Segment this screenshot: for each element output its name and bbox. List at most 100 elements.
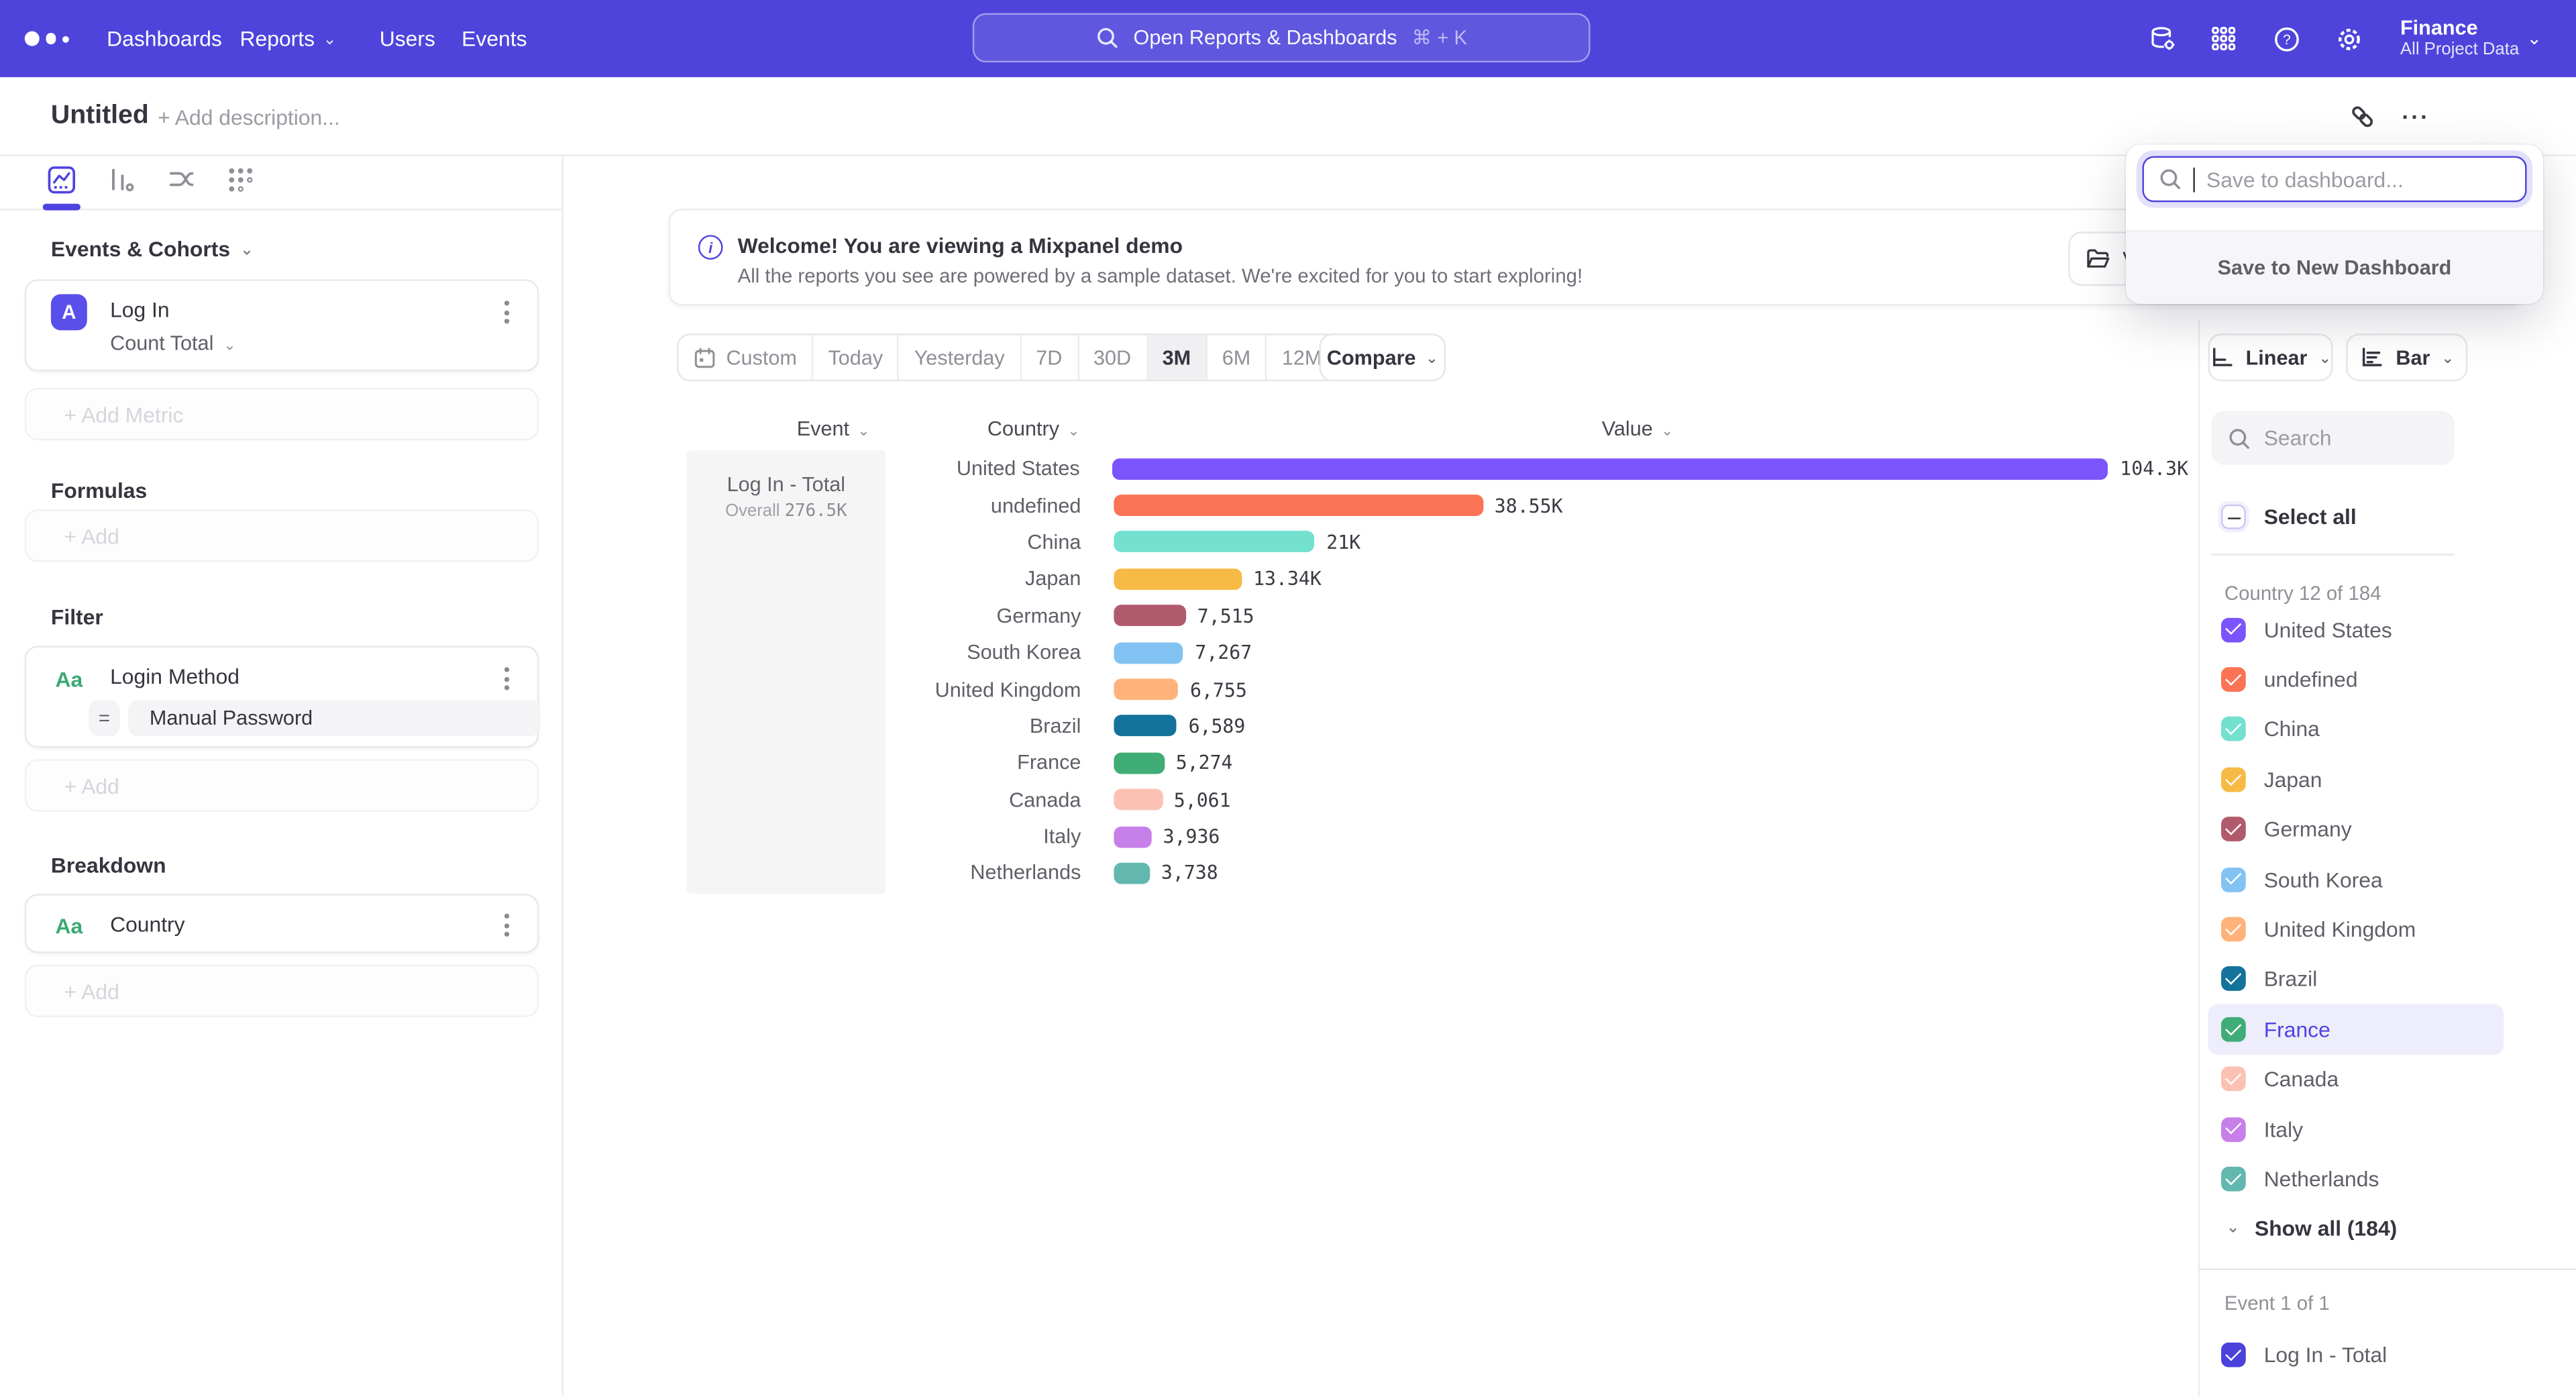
apps-grid-button[interactable] xyxy=(2211,0,2236,77)
bar[interactable] xyxy=(1114,752,1164,774)
segment-row-united-states[interactable]: United States xyxy=(2208,605,2504,654)
segment-row-france[interactable]: France xyxy=(2208,1004,2504,1054)
metric-name[interactable]: Log In xyxy=(110,297,170,322)
range-3m-selected[interactable]: 3M xyxy=(1148,335,1208,380)
chevron-down-icon: ⌄ xyxy=(240,242,254,260)
segment-checkbox[interactable] xyxy=(2221,717,2246,742)
chevron-down-icon[interactable]: ⌄ xyxy=(2527,0,2542,77)
filter-value[interactable]: Manual Password xyxy=(128,700,541,736)
bar[interactable] xyxy=(1114,568,1242,590)
property-type-badge: Aa xyxy=(51,909,87,941)
database-gear-icon xyxy=(2149,25,2177,53)
segment-row-china[interactable]: China xyxy=(2208,705,2504,754)
banner-title: Welcome! You are viewing a Mixpanel demo xyxy=(738,234,1183,258)
segment-checkbox[interactable] xyxy=(2221,867,2246,892)
segment-checkbox[interactable] xyxy=(2221,617,2246,642)
bar[interactable] xyxy=(1114,863,1149,884)
range-today[interactable]: Today xyxy=(813,335,899,380)
global-search-bar[interactable]: Open Reports & Dashboards ⌘ + K xyxy=(973,13,1591,62)
column-header-value[interactable]: Value⌄ xyxy=(1602,417,1674,440)
breakdown-property-name[interactable]: Country xyxy=(110,912,185,937)
save-dashboard-search-field[interactable] xyxy=(2142,156,2526,203)
save-dashboard-search-input[interactable] xyxy=(2206,167,2510,192)
tab-funnels[interactable] xyxy=(102,160,138,199)
segment-checkbox[interactable] xyxy=(2221,1167,2246,1192)
segment-row-japan[interactable]: Japan xyxy=(2208,755,2504,805)
nav-reports[interactable]: Reports⌄ xyxy=(240,0,337,77)
bar[interactable] xyxy=(1114,715,1177,737)
column-header-country[interactable]: Country⌄ xyxy=(987,417,1080,440)
data-management-button[interactable] xyxy=(2149,0,2177,77)
segment-row-united-kingdom[interactable]: United Kingdom xyxy=(2208,904,2504,954)
bar[interactable] xyxy=(1114,679,1178,701)
add-description-field[interactable]: + Add description... xyxy=(158,77,340,156)
show-all-toggle[interactable]: ⌄ Show all (184) xyxy=(2226,1216,2397,1241)
compare-button[interactable]: Compare ⌄ xyxy=(1320,333,1446,381)
segment-checkbox[interactable] xyxy=(2221,917,2246,942)
bar[interactable] xyxy=(1114,789,1162,811)
save-to-new-dashboard-button[interactable]: Save to New Dashboard xyxy=(2126,230,2543,304)
range-30d[interactable]: 30D xyxy=(1079,335,1148,380)
add-filter-button[interactable]: + Add xyxy=(25,759,539,811)
bar[interactable] xyxy=(1114,605,1185,627)
segment-row-germany[interactable]: Germany xyxy=(2208,805,2504,854)
add-metric-button[interactable]: + Add Metric xyxy=(25,388,539,440)
bar[interactable] xyxy=(1114,826,1151,847)
add-formula-button[interactable]: + Add xyxy=(25,509,539,562)
segment-checkbox[interactable] xyxy=(2221,817,2246,842)
mixpanel-logo[interactable] xyxy=(25,0,68,77)
chart-type-selector[interactable]: Bar ⌄ xyxy=(2346,333,2467,381)
nav-events[interactable]: Events xyxy=(462,0,527,77)
add-breakdown-button[interactable]: + Add xyxy=(25,965,539,1017)
segment-row-undefined[interactable]: undefined xyxy=(2208,655,2504,705)
segment-checkbox[interactable] xyxy=(2221,1067,2246,1092)
segment-row-italy[interactable]: Italy xyxy=(2208,1104,2504,1153)
column-header-event[interactable]: Event⌄ xyxy=(797,417,870,440)
nav-dashboards[interactable]: Dashboards xyxy=(107,0,222,77)
bar-label: China xyxy=(685,531,1081,554)
bar[interactable] xyxy=(1114,495,1483,516)
settings-button[interactable] xyxy=(2336,0,2362,77)
tab-retention[interactable] xyxy=(222,160,258,199)
segment-search-field[interactable] xyxy=(2211,411,2454,465)
segment-checkbox[interactable] xyxy=(2221,767,2246,792)
help-button[interactable]: ? xyxy=(2273,0,2300,77)
tab-flows[interactable] xyxy=(162,160,199,199)
bar[interactable] xyxy=(1114,642,1183,664)
segment-row-south-korea[interactable]: South Korea xyxy=(2208,854,2504,904)
range-custom[interactable]: Custom xyxy=(678,335,813,380)
select-all-row[interactable]: Select all xyxy=(2221,505,2357,529)
segment-checkbox[interactable] xyxy=(2221,1117,2246,1141)
filter-operator[interactable]: = xyxy=(89,700,120,736)
filter-property-name[interactable]: Login Method xyxy=(110,664,239,688)
breakdown-card-country[interactable]: Aa Country xyxy=(25,894,539,953)
report-title[interactable]: Untitled xyxy=(51,77,149,156)
segment-row-netherlands[interactable]: Netherlands xyxy=(2208,1154,2504,1204)
segment-checkbox[interactable] xyxy=(2221,1343,2246,1367)
kebab-menu-icon[interactable] xyxy=(494,911,517,940)
aggregation-selector[interactable]: Count Total ⌄ xyxy=(110,332,236,355)
nav-users[interactable]: Users xyxy=(380,0,435,77)
segment-checkbox[interactable] xyxy=(2221,1017,2246,1041)
tab-insights[interactable] xyxy=(43,160,79,199)
segment-row-canada[interactable]: Canada xyxy=(2208,1054,2504,1104)
range-yesterday[interactable]: Yesterday xyxy=(900,335,1022,380)
kebab-menu-icon[interactable] xyxy=(494,664,517,693)
range-6m[interactable]: 6M xyxy=(1208,335,1267,380)
segment-row-brazil[interactable]: Brazil xyxy=(2208,954,2504,1004)
scale-selector[interactable]: Linear ⌄ xyxy=(2208,333,2332,381)
chart-type-tabs xyxy=(0,156,564,211)
project-switcher[interactable]: Finance All Project Data xyxy=(2400,0,2519,77)
segment-row-log-in-total[interactable]: Log In - Total xyxy=(2221,1343,2387,1367)
range-7d[interactable]: 7D xyxy=(1021,335,1079,380)
events-cohorts-header[interactable]: Events & Cohorts ⌄ xyxy=(51,237,254,262)
segment-checkbox[interactable] xyxy=(2221,967,2246,992)
bar[interactable] xyxy=(1113,458,2109,480)
metric-card-log-in[interactable]: A Log In Count Total ⌄ xyxy=(25,279,539,371)
select-all-checkbox-indeterminate[interactable] xyxy=(2221,505,2246,529)
segment-search-input[interactable] xyxy=(2264,425,2428,450)
segment-checkbox[interactable] xyxy=(2221,667,2246,692)
filter-card-login-method[interactable]: Aa Login Method = Manual Password xyxy=(25,645,539,747)
kebab-menu-icon[interactable] xyxy=(494,297,517,327)
bar[interactable] xyxy=(1114,531,1315,553)
